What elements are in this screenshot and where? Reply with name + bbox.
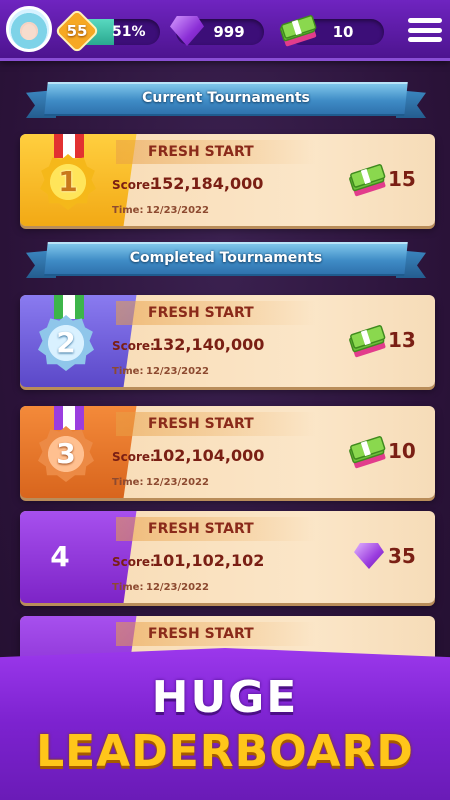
gem-icon (354, 543, 384, 569)
cash-icon (349, 164, 386, 197)
time-label: Time: (112, 205, 144, 216)
top-bar: 55 51% 999 10 (0, 0, 450, 61)
score-value: 101,102,102 (152, 551, 265, 570)
cash-value: 10 (332, 23, 354, 41)
tournament-card-1[interactable]: 1 FRESH START Score: 152,184,000 Time: 1… (20, 134, 435, 226)
cash-icon (279, 15, 317, 47)
section-title: Completed Tournaments (129, 250, 323, 266)
tournament-title: FRESH START (148, 416, 254, 432)
score-label: Score: (112, 450, 155, 464)
promo-headline-2: LEADERBOARD (36, 726, 414, 777)
score-value: 132,140,000 (152, 335, 265, 354)
time-value: 12/23/2022 (146, 477, 209, 488)
promo-banner (0, 648, 450, 800)
reward-value: 13 (388, 328, 416, 352)
time-value: 12/23/2022 (146, 366, 209, 377)
cash-icon (349, 436, 386, 469)
time-value: 12/23/2022 (146, 205, 209, 216)
level-percent: 51% (112, 24, 146, 40)
gems-value: 999 (213, 23, 245, 41)
menu-icon-bar (408, 37, 442, 42)
reward-value: 35 (388, 544, 416, 568)
tournament-title: FRESH START (148, 521, 254, 537)
promo-headline-1: HUGE (151, 672, 299, 723)
avatar[interactable] (6, 6, 52, 52)
rank-number: 4 (50, 540, 70, 573)
menu-button[interactable] (408, 14, 442, 46)
time-label: Time: (112, 582, 144, 593)
reward-value: 15 (388, 167, 416, 191)
time-value: 12/23/2022 (146, 582, 209, 593)
menu-icon-bar (408, 27, 442, 33)
tournament-card-3[interactable]: 3 FRESH START Score: 102,104,000 Time: 1… (20, 406, 435, 498)
score-label: Score: (112, 339, 155, 353)
score-value: 152,184,000 (151, 174, 264, 193)
menu-icon-bar (408, 18, 442, 23)
tournament-title: FRESH START (148, 305, 254, 321)
reward-value: 10 (388, 439, 416, 463)
section-title: Current Tournaments (142, 90, 310, 106)
score-value: 102,104,000 (152, 446, 265, 465)
time-label: Time: (112, 366, 144, 377)
score-label: Score: (112, 178, 155, 192)
score-label: Score: (112, 555, 155, 569)
rank-number: 3 (56, 437, 76, 470)
tournament-title: FRESH START (148, 144, 254, 160)
completed-tournaments-banner: Completed Tournaments (26, 242, 426, 278)
level-number: 55 (66, 22, 88, 40)
tournament-card-4[interactable]: 4 FRESH START Score: 101,102,102 Time: 1… (20, 511, 435, 603)
current-tournaments-banner: Current Tournaments (26, 82, 426, 118)
rank-number: 1 (58, 165, 78, 198)
tournament-card-2[interactable]: 2 FRESH START Score: 132,140,000 Time: 1… (20, 295, 435, 387)
rank-number: 2 (56, 326, 76, 359)
tournament-title: FRESH START (148, 626, 254, 642)
time-label: Time: (112, 477, 144, 488)
cash-icon (349, 325, 386, 358)
